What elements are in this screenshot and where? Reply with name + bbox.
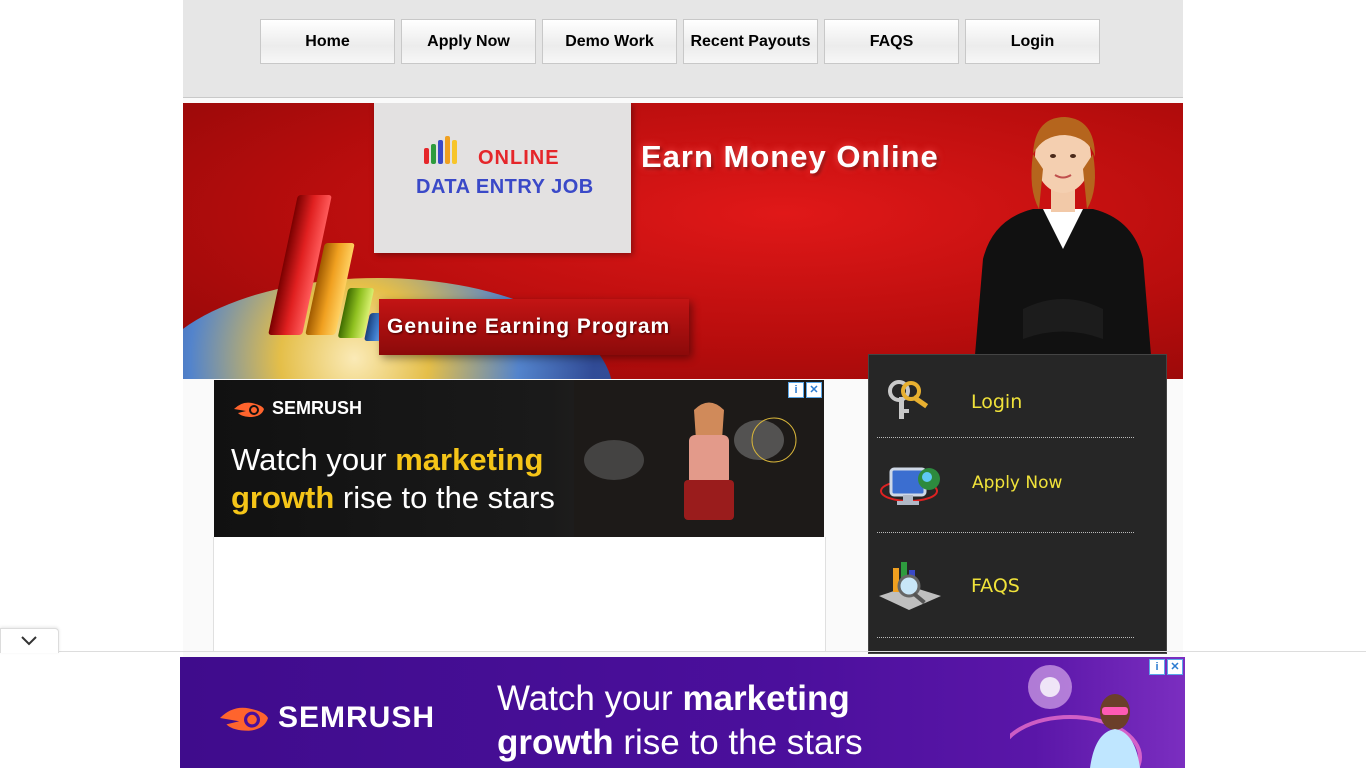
computer-globe-icon	[880, 467, 940, 505]
ad-close-icon[interactable]: ✕	[806, 382, 822, 398]
side-menu-label: Login	[971, 391, 1023, 413]
ad-choices[interactable]: i ✕	[1149, 659, 1183, 675]
side-menu-item-apply-now[interactable]: Apply Now	[877, 437, 1134, 533]
side-menu-item-login[interactable]: Login	[877, 355, 1134, 438]
ad-choices[interactable]: i ✕	[788, 382, 822, 398]
businesswoman-image	[973, 117, 1153, 379]
side-menu-label: FAQS	[971, 575, 1020, 597]
logo-text-data-entry: DATA ENTRY JOB	[416, 176, 594, 198]
nav-recent-payouts-button[interactable]: Recent Payouts	[683, 19, 818, 64]
bottom-ad-headline-line1: Watch your marketing	[497, 679, 850, 718]
ad-photo-woman-in-car	[574, 380, 824, 537]
ad-headline-line1: Watch your marketing	[231, 442, 544, 477]
hero-banner: ONLINE DATA ENTRY JOB Earn Money Online …	[183, 103, 1183, 379]
semrush-brand-text: SEMRUSH	[272, 398, 363, 418]
sticky-ad-divider	[0, 651, 1366, 652]
nav-demo-work-button[interactable]: Demo Work	[542, 19, 677, 64]
banner-headline: Earn Money Online	[641, 139, 939, 174]
logo-text-online: ONLINE	[478, 147, 560, 169]
magnifier-icon	[879, 562, 941, 610]
keys-icon	[888, 380, 929, 419]
semrush-flame-icon	[234, 402, 264, 417]
side-menu: Login Apply Now FAQS	[868, 354, 1167, 654]
main-nav: Home Apply Now Demo Work Recent Payouts …	[260, 19, 1100, 64]
bottom-ad-headline-line2: growth rise to the stars	[497, 723, 863, 762]
ad-info-icon[interactable]: i	[1149, 659, 1165, 675]
nav-login-button[interactable]: Login	[965, 19, 1100, 64]
content-panel	[213, 537, 826, 652]
side-menu-item-faqs[interactable]: FAQS	[877, 532, 1134, 638]
banner-tagline-box: Genuine Earning Program	[379, 299, 689, 355]
site-logo[interactable]: ONLINE DATA ENTRY JOB	[374, 103, 631, 253]
ad-headline-line2: growth rise to the stars	[231, 480, 555, 515]
ad-close-icon[interactable]: ✕	[1167, 659, 1183, 675]
ad-info-icon[interactable]: i	[788, 382, 804, 398]
semrush-ad-bottom[interactable]: SEMRUSH Watch your marketing growth rise…	[180, 657, 1185, 768]
collapse-ad-tab[interactable]	[0, 628, 59, 653]
semrush-ad-top[interactable]: SEMRUSH Watch your marketing growth rise…	[214, 380, 824, 537]
logo-bars-icon	[424, 136, 457, 164]
semrush-logo: SEMRUSH	[216, 701, 435, 735]
banner-tagline: Genuine Earning Program	[387, 315, 671, 338]
chevron-down-icon[interactable]	[21, 636, 37, 646]
semrush-brand-text: SEMRUSH	[278, 701, 436, 734]
side-menu-label: Apply Now	[972, 473, 1063, 493]
nav-home-button[interactable]: Home	[260, 19, 395, 64]
nav-apply-now-button[interactable]: Apply Now	[401, 19, 536, 64]
nav-faqs-button[interactable]: FAQS	[824, 19, 959, 64]
semrush-logo: SEMRUSH	[232, 398, 362, 419]
semrush-flame-icon	[220, 707, 268, 731]
